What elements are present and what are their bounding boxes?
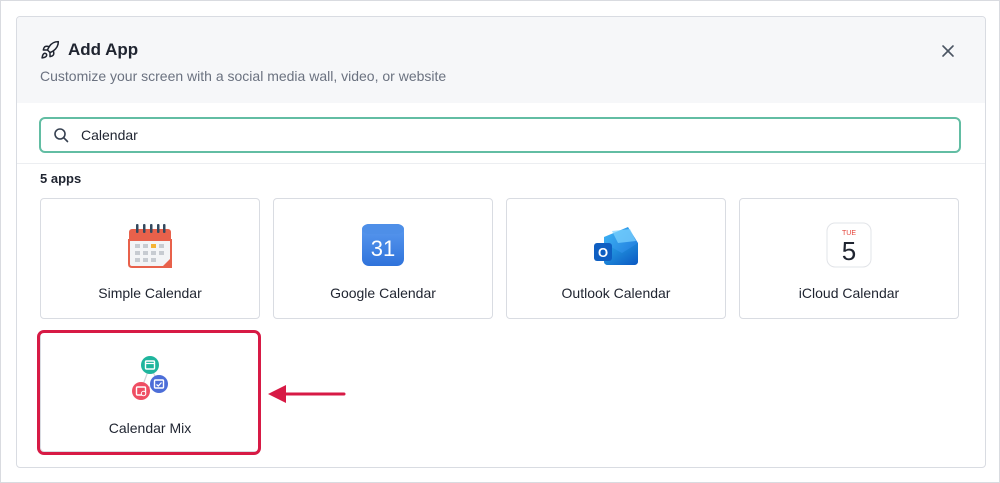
icloud-calendar-icon-date: 5 bbox=[842, 236, 856, 266]
app-card-icloud-calendar[interactable]: TUE 5 iCloud Calendar bbox=[739, 198, 959, 319]
app-card-google-calendar[interactable]: 31 Google Calendar bbox=[273, 198, 493, 319]
divider bbox=[17, 163, 985, 164]
dialog-title: Add App bbox=[68, 40, 139, 59]
google-calendar-icon: 31 bbox=[362, 224, 404, 266]
app-card-label: iCloud Calendar bbox=[798, 285, 900, 301]
calendar-mix-icon bbox=[132, 356, 168, 400]
add-app-dialog: Add App Customize your screen with a soc… bbox=[16, 16, 986, 468]
app-card-label: Simple Calendar bbox=[98, 285, 202, 301]
app-card-label: Outlook Calendar bbox=[561, 285, 671, 301]
google-calendar-icon-text: 31 bbox=[371, 236, 395, 261]
pointer-arrow-icon bbox=[268, 385, 346, 403]
app-card-label: Google Calendar bbox=[330, 285, 436, 301]
close-icon[interactable] bbox=[941, 44, 955, 58]
dialog-header: Add App Customize your screen with a soc… bbox=[17, 17, 985, 103]
results-count: 5 apps bbox=[40, 171, 82, 186]
outlook-calendar-icon: O bbox=[594, 227, 638, 265]
simple-calendar-icon bbox=[128, 224, 172, 268]
search-box[interactable] bbox=[39, 117, 961, 153]
app-card-simple-calendar[interactable]: Simple Calendar bbox=[40, 198, 260, 319]
dialog-subtitle: Customize your screen with a social medi… bbox=[40, 68, 447, 84]
rocket-icon bbox=[41, 40, 60, 59]
app-card-calendar-mix[interactable]: Calendar Mix bbox=[40, 331, 260, 452]
app-card-outlook-calendar[interactable]: O Outlook Calendar bbox=[506, 198, 726, 319]
search-input[interactable] bbox=[81, 127, 901, 143]
app-card-label: Calendar Mix bbox=[108, 420, 192, 436]
icloud-calendar-icon: TUE 5 bbox=[826, 222, 872, 268]
search-icon bbox=[54, 128, 69, 143]
title-row: Add App bbox=[40, 40, 138, 60]
outlook-calendar-icon-text: O bbox=[598, 245, 608, 260]
